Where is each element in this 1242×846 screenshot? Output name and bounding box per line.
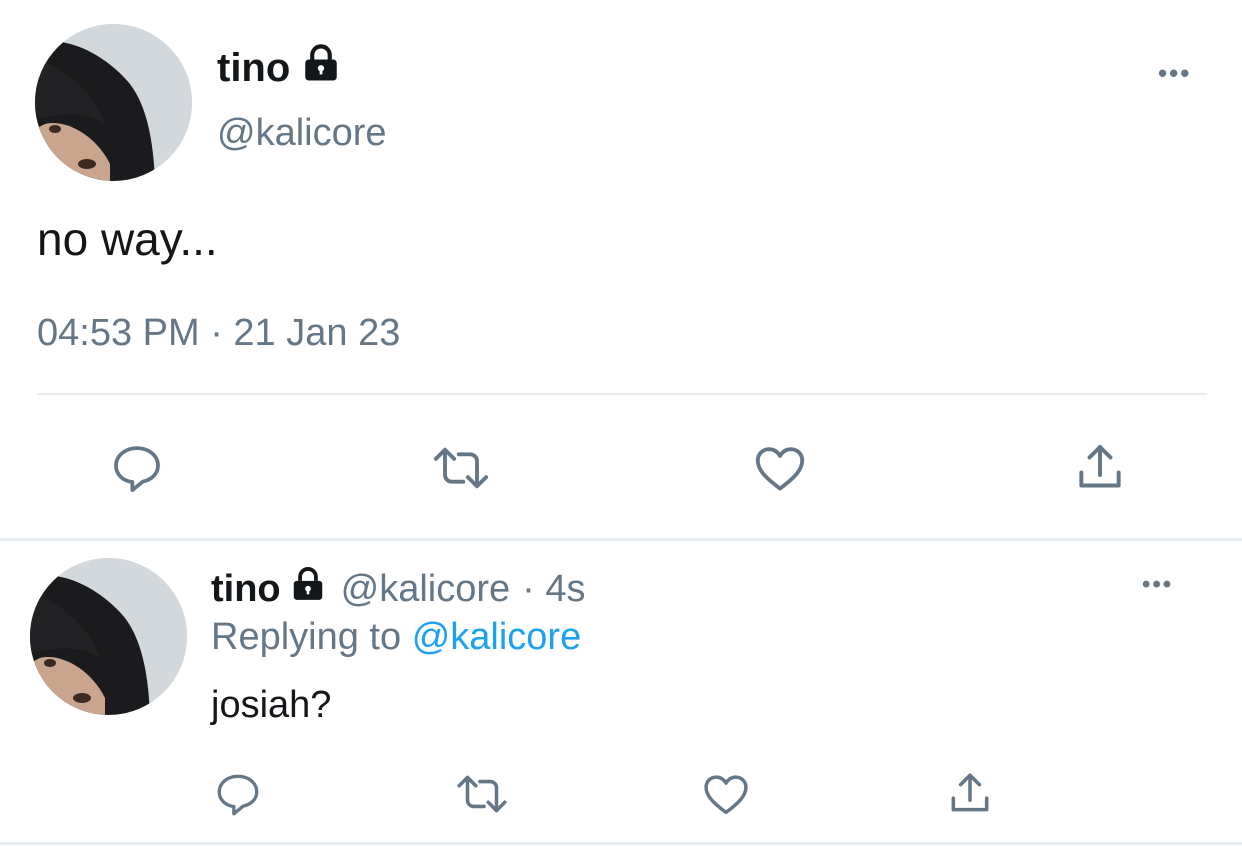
reply-retweet-button[interactable]: [450, 766, 514, 822]
tweet-timestamp[interactable]: 04:53 PM · 21 Jan 23: [37, 312, 400, 355]
display-name[interactable]: tino: [217, 44, 342, 92]
reply-share-button[interactable]: [942, 766, 998, 822]
divider: [37, 393, 1207, 395]
reply-avatar[interactable]: [30, 558, 187, 715]
share-icon: [1072, 440, 1128, 496]
reply-icon: [213, 769, 263, 819]
retweet-icon: [453, 769, 511, 819]
avatar[interactable]: [35, 24, 192, 181]
replying-to-line: Replying to @kalicore: [211, 616, 581, 659]
bottom-divider: [0, 842, 1242, 845]
reply-more-options-button[interactable]: •••: [1142, 573, 1173, 597]
replying-to-label: Replying to: [211, 616, 402, 658]
reply-header: tino @kalicore · 4s: [211, 566, 586, 612]
share-icon: [945, 769, 995, 819]
more-options-button[interactable]: •••: [1158, 60, 1191, 86]
heart-icon: [700, 768, 752, 820]
display-name-text: tino: [217, 45, 291, 90]
retweet-button[interactable]: [425, 436, 497, 500]
heart-icon: [751, 439, 809, 497]
reply-icon: [109, 440, 165, 496]
reply-display-name[interactable]: tino: [211, 568, 281, 611]
reply-handle[interactable]: @kalicore: [341, 568, 511, 611]
share-button[interactable]: [1068, 436, 1132, 500]
reply-reply-button[interactable]: [210, 766, 266, 822]
reply-like-button[interactable]: [698, 766, 754, 822]
reply-button[interactable]: [105, 436, 169, 500]
like-button[interactable]: [748, 436, 812, 500]
retweet-icon: [429, 440, 493, 496]
reply-time[interactable]: · 4s: [522, 568, 585, 611]
section-divider: [0, 538, 1242, 541]
reply-text: josiah?: [211, 684, 332, 726]
tweet-text: no way...: [37, 213, 218, 265]
handle[interactable]: @kalicore: [217, 112, 387, 155]
lock-icon: [300, 42, 342, 94]
replying-to-link[interactable]: @kalicore: [412, 616, 582, 658]
lock-icon: [289, 565, 327, 613]
